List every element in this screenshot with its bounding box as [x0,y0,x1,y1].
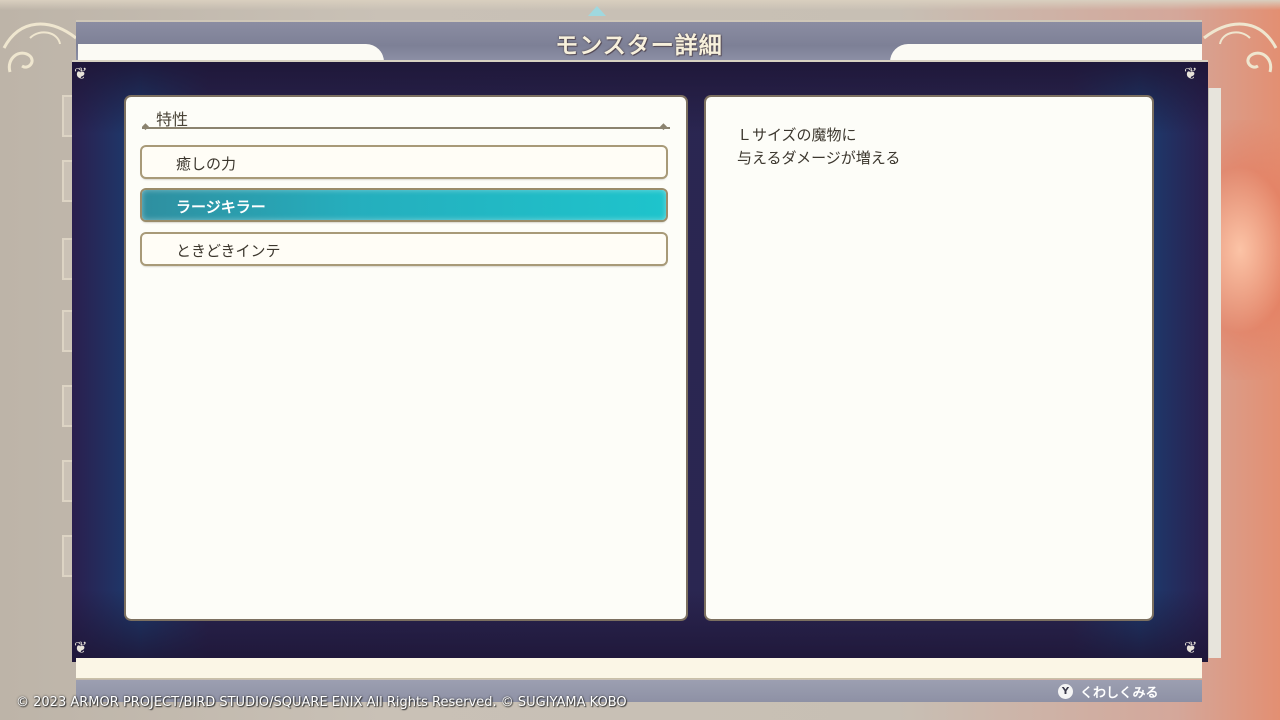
background-top-strip [0,0,1280,10]
copyright-text: © 2023 ARMOR PROJECT/BIRD STUDIO/SQUARE … [16,695,627,710]
y-button-icon: Y [1058,683,1073,699]
trait-item-sometimes-int[interactable]: ときどきインテ [142,234,666,264]
section-divider [142,127,670,129]
divider-end-icon: ◆ [660,122,667,132]
details-hint-button[interactable]: Y くわしくみる [1058,681,1159,701]
flourish-right-ornament [1203,22,1278,73]
flourish-left-ornament [2,22,77,73]
trait-item-label: ときどきインテ [176,242,281,260]
divider-end-icon: ◆ [142,122,149,132]
trait-item-label: 癒しの力 [176,155,237,173]
trait-item-healing-power[interactable]: 癒しの力 [142,147,666,177]
bottom-info-strip [76,658,1202,679]
description-line: Ｌサイズの魔物に [737,126,857,144]
trait-description: Ｌサイズの魔物に 与えるダメージが増える [737,124,900,170]
description-line: 与えるダメージが増える [737,149,901,167]
description-panel: Ｌサイズの魔物に 与えるダメージが増える [706,97,1152,619]
trait-item-label: ラージキラー [176,198,266,216]
corner-ornament-icon: ❦ [1184,638,1198,657]
trait-item-large-killer[interactable]: ラージキラー [142,190,666,220]
corner-ornament-icon: ❦ [74,64,88,83]
details-hint-label: くわしくみる [1080,685,1159,701]
corner-ornament-icon: ❦ [1184,64,1198,83]
scrollbar-track[interactable] [1208,88,1221,658]
traits-panel: 特性 ◆ ◆ 癒しの力 ラージキラー ときどきインテ [126,97,686,619]
corner-ornament-icon: ❦ [74,638,88,657]
